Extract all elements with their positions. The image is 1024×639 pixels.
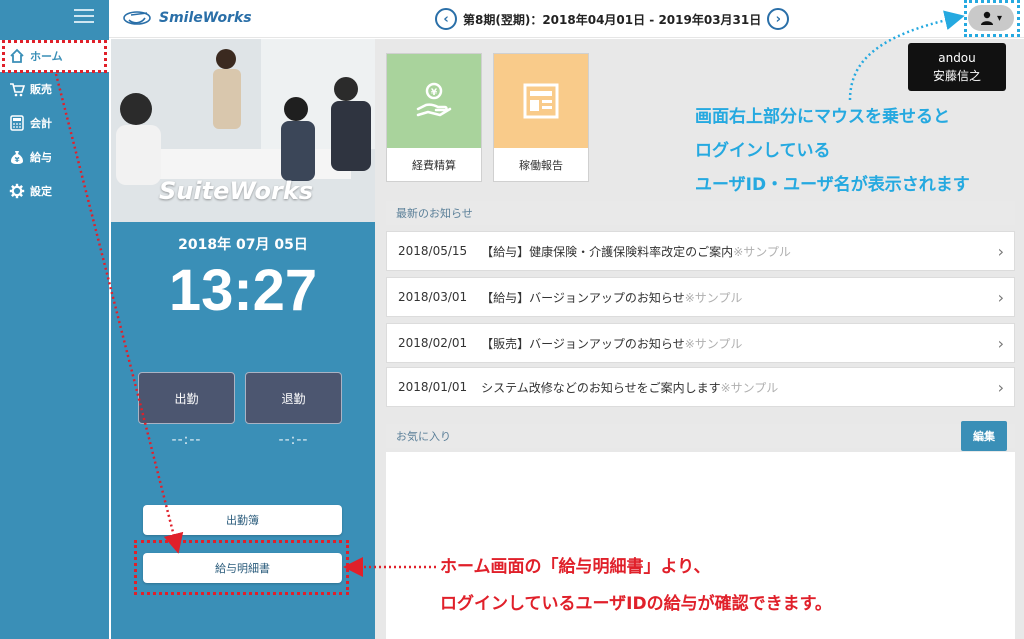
sidebar-item-label: 給与 [30, 151, 52, 164]
annotation-blue-line-2: ログインしている [695, 141, 831, 161]
edit-favorites-button[interactable]: 編集 [961, 421, 1007, 451]
top-header: SmileWorks ‹ 第8期(翌期)：2018年04月01日 - 2019年… [109, 0, 1024, 38]
photo-brand-text: SuiteWorks [159, 177, 314, 205]
menu-toggle-icon[interactable] [74, 8, 94, 24]
attendance-book-button[interactable]: 出勤簿 [143, 505, 342, 535]
news-item[interactable]: 2018/02/01 【販売】バージョンアップのお知らせ ※サンプル › [386, 323, 1015, 363]
caret-down-icon: ▾ [996, 12, 1003, 24]
expense-tile-label: 経費精算 [412, 159, 456, 172]
annotation-blue-line-3: ユーザID・ユーザ名が表示されます [695, 175, 970, 195]
sidebar-item-settings[interactable]: 設定 [0, 175, 109, 207]
news-date: 2018/03/01 [398, 290, 468, 304]
chevron-right-icon: › [997, 334, 1004, 353]
sidebar-item-label: ホーム [30, 50, 63, 63]
expense-tile-top: ¥ [387, 54, 481, 148]
favorites-section-header: お気に入り [386, 424, 1015, 448]
expense-tile[interactable]: ¥ 経費精算 [386, 53, 482, 182]
smileworks-logo-icon [123, 11, 151, 25]
tooltip-user-id: andou [938, 51, 976, 65]
sidebar-item-accounting[interactable]: 会計 [0, 107, 109, 139]
cart-icon [4, 81, 30, 97]
news-item[interactable]: 2018/01/01 システム改修などのお知らせをご案内します ※サンプル › [386, 367, 1015, 407]
sidebar-item-sales[interactable]: 販売 [0, 73, 109, 105]
news-item[interactable]: 2018/03/01 【給与】バージョンアップのお知らせ ※サンプル › [386, 277, 1015, 317]
chevron-right-icon: › [997, 242, 1004, 261]
news-date: 2018/02/01 [398, 336, 468, 350]
next-period-button[interactable]: › [767, 8, 790, 30]
office-photo: SuiteWorks [111, 39, 375, 222]
main-content: ¥ 経費精算 稼働報告 最新のお知らせ 2018/05/15 【給与】健康保険・… [375, 39, 1024, 639]
prev-period-button[interactable]: ‹ [435, 8, 457, 30]
clock-out-button[interactable]: 退勤 [245, 372, 342, 424]
news-date: 2018/05/15 [398, 244, 468, 258]
work-report-tile-top [494, 54, 588, 148]
sidebar-item-home[interactable]: ホーム [0, 40, 109, 72]
period-label: 第8期(翌期)：2018年04月01日 - 2019年03月31日 [463, 12, 762, 27]
clock-in-time: --:-- [171, 432, 202, 448]
news-date: 2018/01/01 [398, 380, 468, 394]
sidebar-item-label: 会計 [30, 117, 52, 130]
work-report-tile-label: 稼働報告 [519, 159, 563, 172]
news-sample-tag: ※サンプル [684, 336, 743, 351]
news-sample-tag: ※サンプル [684, 290, 743, 305]
report-icon [523, 83, 559, 119]
payslip-button[interactable]: 給与明細書 [143, 553, 342, 583]
user-menu-button[interactable]: ▾ [968, 5, 1014, 31]
annotation-red-line-2: ログインしているユーザIDの給与が確認できます。 [440, 594, 832, 614]
fiscal-period: ‹ 第8期(翌期)：2018年04月01日 - 2019年03月31日 › [435, 8, 790, 30]
sidebar-item-label: 設定 [30, 185, 52, 198]
news-text: 【給与】健康保険・介護保険料率改定のご案内 [481, 244, 734, 259]
hand-coin-icon: ¥ [416, 82, 452, 117]
left-panel: SuiteWorks 2018年 07月 05日 13:27 出勤 退勤 --:… [111, 39, 375, 639]
annotation-red-line-1: ホーム画面の「給与明細書」より、 [440, 557, 711, 577]
work-report-tile[interactable]: 稼働報告 [493, 53, 589, 182]
calculator-icon [4, 115, 30, 131]
svg-text:¥: ¥ [431, 88, 438, 98]
news-text: 【給与】バージョンアップのお知らせ [481, 290, 685, 305]
user-icon [980, 11, 993, 25]
today-date: 2018年 07月 05日 [178, 237, 308, 253]
news-text: 【販売】バージョンアップのお知らせ [481, 336, 685, 351]
annotation-blue-line-1: 画面右上部分にマウスを乗せると [695, 107, 950, 127]
news-section-header: 最新のお知らせ [386, 201, 1015, 225]
current-time: 13:27 [168, 258, 318, 323]
news-item[interactable]: 2018/05/15 【給与】健康保険・介護保険料率改定のご案内 ※サンプル › [386, 231, 1015, 271]
home-icon [4, 48, 30, 64]
chevron-left-icon: ‹ [443, 11, 449, 27]
user-info-tooltip: andou 安藤信之 [908, 43, 1006, 91]
sidebar-item-payroll[interactable]: ¥ 給与 [0, 141, 109, 173]
sidebar-item-label: 販売 [30, 83, 52, 96]
news-sample-tag: ※サンプル [733, 244, 791, 259]
gear-icon [4, 183, 30, 199]
logo-text: SmileWorks [159, 10, 252, 26]
money-bag-icon: ¥ [4, 149, 30, 165]
clock-in-button[interactable]: 出勤 [138, 372, 235, 424]
chevron-right-icon: › [997, 288, 1004, 307]
news-text: システム改修などのお知らせをご案内します [481, 380, 721, 395]
chevron-right-icon: › [997, 378, 1004, 397]
svg-text:¥: ¥ [15, 156, 20, 164]
clock-out-time: --:-- [278, 432, 309, 448]
sidebar: ホーム 販売 会計 ¥ 給与 設定 [0, 0, 109, 639]
news-sample-tag: ※サンプル [720, 380, 779, 395]
chevron-right-icon: › [775, 11, 781, 27]
app-logo[interactable]: SmileWorks [123, 9, 252, 27]
tooltip-user-name: 安藤信之 [932, 69, 981, 83]
